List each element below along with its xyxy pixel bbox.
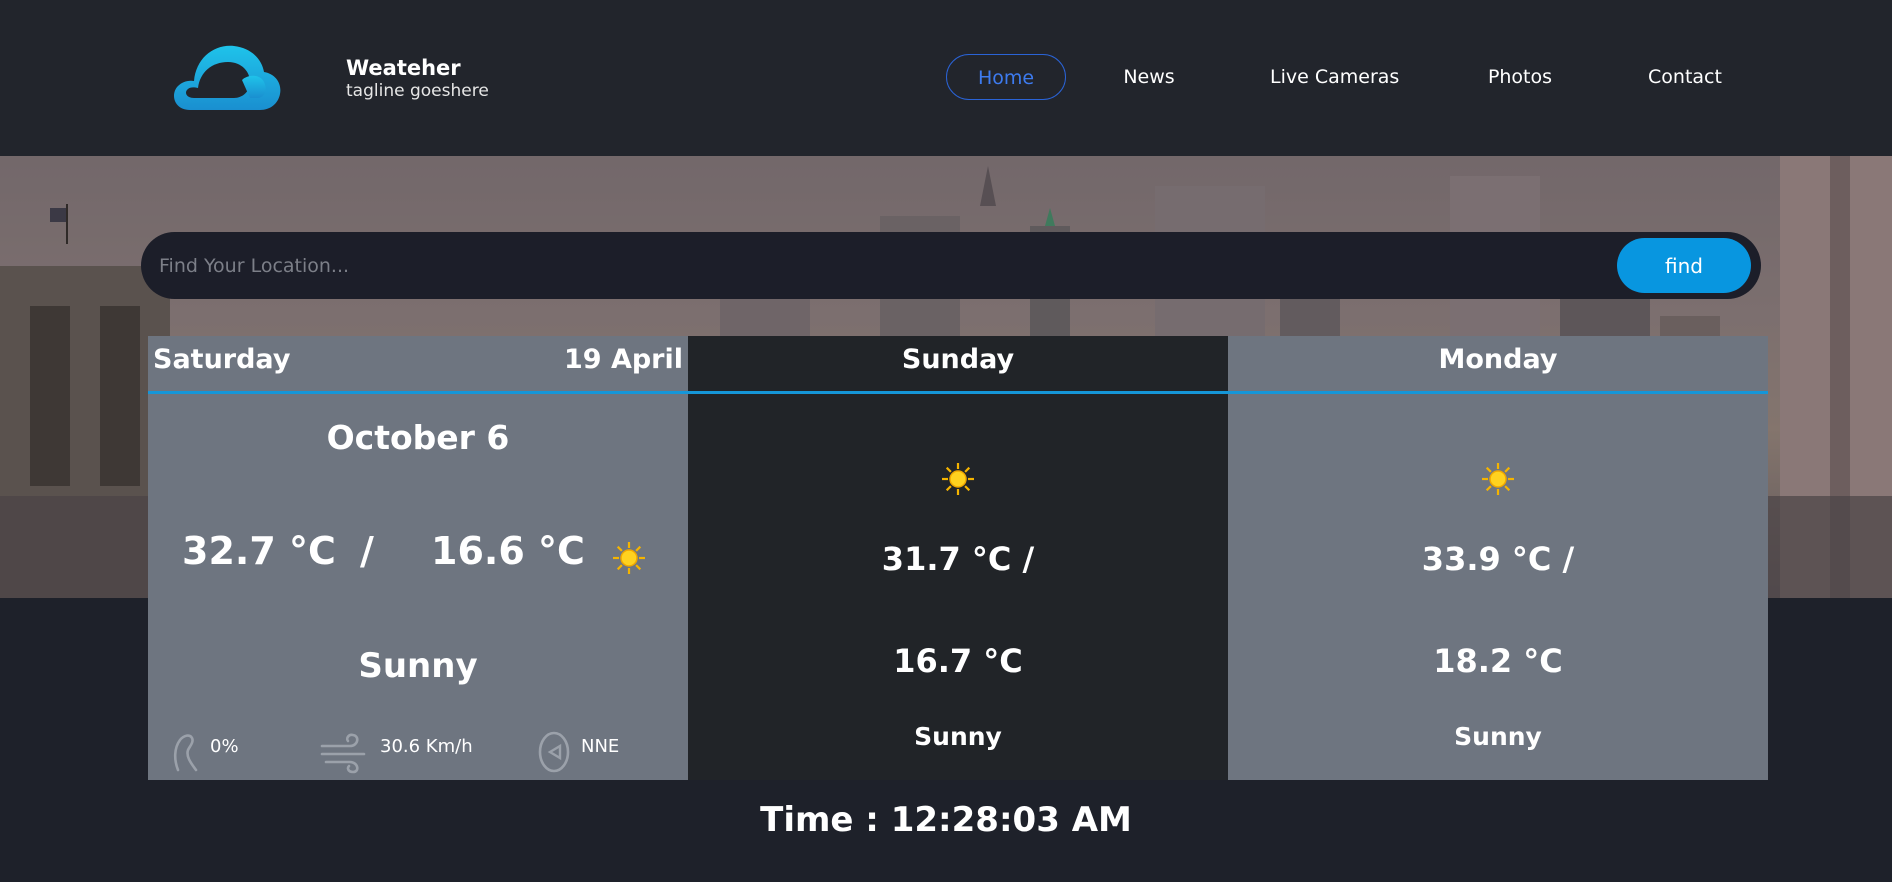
compass-icon — [538, 731, 570, 773]
forecast-panel-monday: Monday 33.9 °C / 18.2 °C Sunny — [1228, 336, 1768, 780]
today-panel-header: Saturday 19 April — [148, 336, 688, 394]
brand-tagline: tagline goeshere — [346, 81, 489, 101]
cloud-logo-icon[interactable] — [168, 40, 284, 116]
today-low-temp: 16.6 °C — [431, 529, 585, 573]
wind-icon — [320, 733, 366, 774]
umbrella-humidity-icon — [173, 734, 198, 772]
today-day-name: Saturday — [153, 344, 291, 375]
nav-news[interactable]: News — [1118, 54, 1180, 100]
site-header: Weateher tagline goeshere Home News Live… — [0, 0, 1892, 156]
forecast-day-name: Sunday — [901, 344, 1015, 375]
forecast-low-temp: 16.7 °C — [893, 642, 1023, 680]
nav-live-cameras[interactable]: Live Cameras — [1270, 54, 1399, 100]
forecast-day-name: Monday — [1438, 344, 1558, 375]
forecast-condition: Sunny — [1454, 722, 1542, 751]
forecast-condition: Sunny — [914, 722, 1002, 751]
find-button[interactable]: find — [1617, 238, 1751, 293]
monday-panel-header: Monday — [1228, 336, 1768, 394]
location-search-input[interactable] — [159, 232, 1539, 299]
sun-icon — [1482, 463, 1514, 495]
today-headline-date: October 6 — [326, 418, 510, 457]
brand-name: Weateher — [346, 56, 461, 80]
sunday-panel-header: Sunday — [688, 336, 1228, 394]
wind-speed-value: 30.6 Km/h — [380, 736, 473, 757]
nav-home[interactable]: Home — [946, 54, 1066, 100]
forecast-high-temp: 33.9 °C / — [1421, 540, 1575, 578]
forecast-panel-sunday: Sunday 31.7 °C / 16.7 °C Sunny — [688, 336, 1228, 780]
nav-contact[interactable]: Contact — [1644, 54, 1726, 100]
today-date: 19 April — [563, 344, 683, 375]
today-high-temp: 32.7 °C — [182, 529, 336, 573]
forecast-high-temp: 31.7 °C / — [881, 540, 1035, 578]
brand: Weateher tagline goeshere — [346, 56, 489, 102]
location-search-bar: find — [141, 232, 1761, 299]
forecast-low-temp: 18.2 °C — [1433, 642, 1563, 680]
today-condition: Sunny — [358, 646, 478, 686]
sun-icon — [942, 463, 974, 495]
temp-separator: / — [360, 529, 374, 573]
current-time: Time : 12:28:03 AM — [760, 800, 1132, 840]
today-forecast-panel: Saturday 19 April October 6 32.7 °C / 16… — [148, 336, 688, 780]
wind-direction-value: NNE — [581, 736, 620, 757]
humidity-value: 0% — [210, 736, 239, 757]
nav-photos[interactable]: Photos — [1484, 54, 1556, 100]
sun-icon — [613, 542, 645, 574]
